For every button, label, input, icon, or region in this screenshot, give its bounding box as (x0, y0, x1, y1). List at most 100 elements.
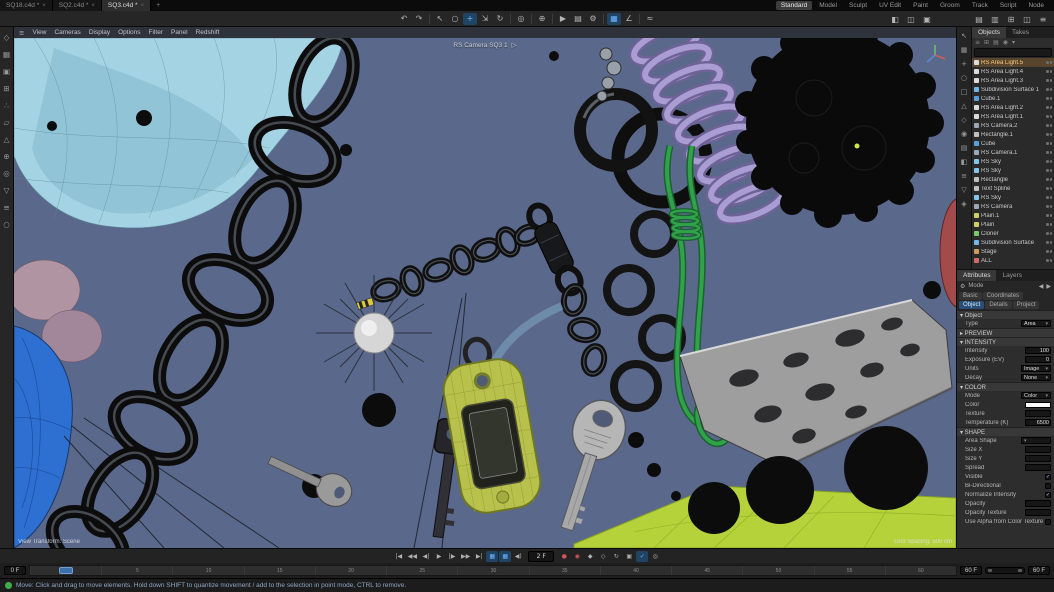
key-scale-toggle[interactable]: ◇ (597, 551, 609, 562)
attr-field[interactable] (1025, 500, 1051, 507)
toolbar-separator[interactable] (639, 14, 640, 24)
model-mode-icon[interactable]: ▦ (1, 48, 13, 60)
vp-menu-redshift[interactable]: Redshift (196, 29, 220, 36)
layout-tab-sculpt[interactable]: Sculpt (844, 1, 872, 10)
preview-range-slider[interactable] (985, 567, 1025, 574)
attr-field[interactable]: 6500 (1025, 419, 1051, 426)
start-frame-field[interactable]: 0 F (4, 566, 26, 575)
visibility-dots[interactable] (1046, 259, 1052, 262)
scale-tool-icon[interactable]: ⇲ (478, 13, 492, 25)
attr-field[interactable] (1025, 455, 1051, 462)
object-row[interactable]: RS Area Light.2 (972, 103, 1054, 112)
visibility-dots[interactable] (1046, 124, 1052, 127)
coordinate-system-icon[interactable]: ⊕ (535, 13, 549, 25)
layout-tab-model[interactable]: Model (814, 1, 842, 10)
visibility-dots[interactable] (1046, 232, 1052, 235)
attr-tab-basic[interactable]: Basic (959, 292, 982, 300)
goto-next-frame-button[interactable]: |▶ (446, 551, 458, 562)
goto-start-button[interactable]: |◀ (393, 551, 405, 562)
object-row[interactable]: Cloner (972, 229, 1054, 238)
objects-menu-icon[interactable]: ≡ (975, 39, 980, 46)
object-row[interactable]: Stage (972, 247, 1054, 256)
current-frame-field[interactable]: 2 F (528, 551, 554, 562)
grid-panel-icon[interactable]: ⊞ (1004, 13, 1018, 25)
attr-group-intensity[interactable]: ▾ INTENSITY (957, 337, 1054, 346)
objects-search-field[interactable] (974, 48, 1052, 57)
move-tool-icon[interactable]: + (463, 13, 477, 25)
visibility-dots[interactable] (1046, 169, 1052, 172)
attr-dropdown[interactable]: ▾ (1021, 437, 1051, 444)
attr-check[interactable] (1045, 483, 1051, 489)
key-rotation-toggle[interactable]: ↻ (610, 551, 622, 562)
visibility-dots[interactable] (1046, 151, 1052, 154)
dock-magnet-icon[interactable]: ▽ (958, 184, 970, 195)
visibility-dots[interactable] (1046, 142, 1052, 145)
object-row[interactable]: Subdivision Surface (972, 238, 1054, 247)
objects-filter-icon[interactable]: ⊞ (984, 39, 989, 46)
tab-objects[interactable]: Objects (972, 27, 1006, 38)
goto-next-key-button[interactable]: ▶▶ (459, 551, 472, 562)
viewport-menu-icon[interactable]: ≡ (19, 29, 24, 37)
object-row[interactable]: Cube.1 (972, 94, 1054, 103)
dock-light-icon[interactable]: ◉ (958, 128, 970, 139)
attr-group-object[interactable]: ▾ Object (957, 310, 1054, 319)
objects-dropdown-icon[interactable]: ▾ (1012, 39, 1015, 46)
dock-camera-icon[interactable]: ◧ (958, 156, 970, 167)
attr-check[interactable]: ✓ (1045, 474, 1051, 480)
layout-maximize-icon[interactable]: ▣ (920, 13, 934, 25)
edges-mode-icon[interactable]: ▱ (1, 116, 13, 128)
key-parameter-toggle[interactable]: ▣ (623, 551, 635, 562)
dock-sphere-icon[interactable]: ○ (958, 72, 970, 83)
layout-dual-panel-icon[interactable]: ◫ (904, 13, 918, 25)
vp-menu-options[interactable]: Options (118, 29, 140, 36)
key-position-toggle[interactable]: ◆ (584, 551, 596, 562)
layout-tab-script[interactable]: Script (995, 1, 1022, 10)
make-editable-icon[interactable]: ◇ (1, 31, 13, 43)
camera-jump-icon[interactable]: ▷ (512, 41, 517, 49)
attr-check[interactable] (1045, 519, 1051, 525)
dock-cone-icon[interactable]: △ (958, 100, 970, 111)
visibility-dots[interactable] (1046, 196, 1052, 199)
visibility-dots[interactable] (1046, 214, 1052, 217)
vp-menu-panel[interactable]: Panel (171, 29, 188, 36)
enable-axis-icon[interactable]: ⊕ (1, 150, 13, 162)
quantize-toggle-icon[interactable]: ∠ (622, 13, 636, 25)
visibility-dots[interactable] (1046, 223, 1052, 226)
dock-render-icon[interactable]: ◈ (958, 198, 970, 209)
dock-spline-icon[interactable]: ◇ (958, 114, 970, 125)
goto-end-button[interactable]: ▶| (473, 551, 485, 562)
history-back-icon[interactable]: ◀ (1039, 283, 1044, 290)
object-row[interactable]: Subdivision Surface 1 (972, 85, 1054, 94)
range-handle-left[interactable] (988, 569, 992, 572)
current-frame-marker[interactable] (59, 567, 73, 574)
attr-swatch[interactable] (1025, 402, 1051, 408)
max-frame-field[interactable]: 60 F (1028, 566, 1050, 575)
mode-icon[interactable]: ⚙ (960, 283, 965, 290)
attr-field[interactable] (1025, 410, 1051, 417)
vp-menu-display[interactable]: Display (89, 29, 110, 36)
layout-tab-paint[interactable]: Paint (908, 1, 933, 10)
dock-menu-icon[interactable]: ≡ (958, 170, 970, 181)
object-row[interactable]: RS Sky (972, 193, 1054, 202)
layout-left-panel-icon[interactable]: ◧ (888, 13, 902, 25)
visibility-dots[interactable] (1046, 241, 1052, 244)
quantize-icon[interactable]: ≡ (1, 201, 13, 213)
record-keyframe-button[interactable]: ● (558, 551, 570, 562)
attr-dropdown[interactable]: None▾ (1021, 374, 1051, 381)
toolbar-separator[interactable] (603, 14, 604, 24)
material-panel-icon[interactable]: ▥ (988, 13, 1002, 25)
object-row[interactable]: RS Sky (972, 157, 1054, 166)
workplane-mode-icon[interactable]: ⊞ (1, 82, 13, 94)
visibility-dots[interactable] (1046, 187, 1052, 190)
vp-menu-cameras[interactable]: Cameras (54, 29, 80, 36)
attr-dropdown[interactable]: Image▾ (1021, 365, 1051, 372)
attr-tab-details[interactable]: Details (985, 301, 1011, 309)
layout-tab-uv-edit[interactable]: UV Edit (874, 1, 906, 10)
solo-animation-toggle[interactable]: ◎ (649, 551, 661, 562)
visibility-dots[interactable] (1046, 133, 1052, 136)
objects-visibility-icon[interactable]: ◉ (1003, 39, 1008, 46)
object-row[interactable]: RS Area Light.4 (972, 67, 1054, 76)
attr-tab-project[interactable]: Project (1013, 301, 1040, 309)
attr-field[interactable] (1025, 446, 1051, 453)
object-row[interactable]: RS Camera.2 (972, 121, 1054, 130)
